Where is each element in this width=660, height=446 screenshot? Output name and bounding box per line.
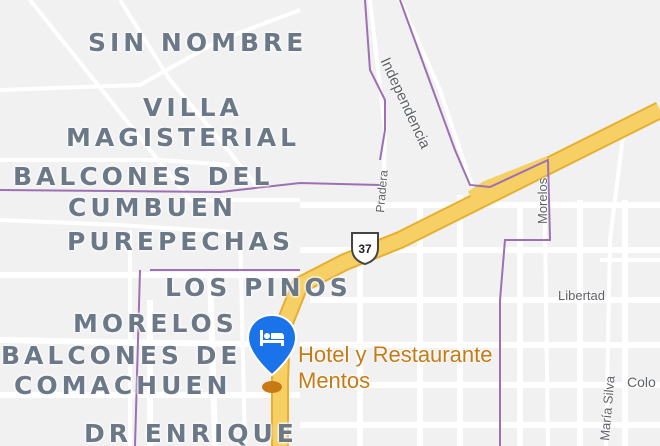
street-label-morelos: Morelos (535, 177, 550, 224)
neighborhood-label-magisterial: MAGISTERIAL (66, 123, 301, 152)
neighborhood-label-morelos: MORELOS (73, 309, 238, 338)
route-shield-icon: 37 (351, 232, 379, 266)
hotel-marker[interactable] (246, 313, 298, 397)
poi-label-line1: Hotel y Restaurante (298, 342, 493, 367)
street-label-libertad: Libertad (558, 288, 605, 303)
poi-label-hotel[interactable]: Hotel y Restaurante Mentos (298, 342, 492, 394)
neighborhood-label-comachuen: COMACHUEN (14, 371, 232, 400)
neighborhood-label-cumbuen: CUMBUEN (68, 193, 237, 222)
neighborhood-label-sin-nombre: SIN NOMBRE (88, 28, 308, 57)
map-canvas[interactable]: SIN NOMBRE VILLA MAGISTERIAL BALCONES DE… (0, 0, 660, 446)
neighborhood-label-purepechas: PUREPECHAS (67, 227, 294, 256)
neighborhood-label-dr-enrique: DR ENRIQUE (84, 419, 298, 446)
neighborhood-label-villa: VILLA (143, 93, 243, 122)
neighborhood-label-los-pinos: LOS PINOS (165, 273, 352, 302)
neighborhood-label-balcones-de: BALCONES DE (1, 341, 242, 370)
neighborhood-label-balcones-del: BALCONES DEL (13, 162, 274, 191)
poi-label-line2: Mentos (298, 368, 371, 393)
street-label-colon: Colo (627, 374, 656, 390)
route-shield-number: 37 (358, 242, 372, 256)
